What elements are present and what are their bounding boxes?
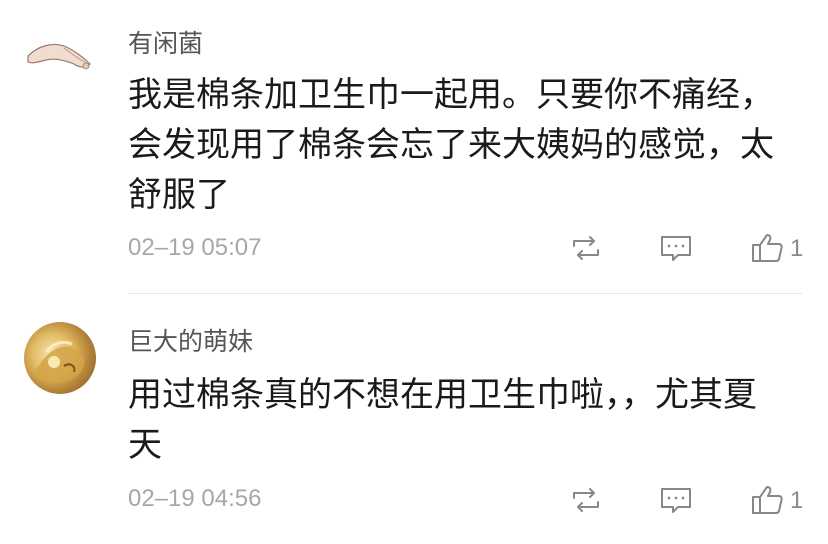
user-avatar[interactable]: [24, 24, 96, 96]
comment-text-line: 我是棉条加卫生巾一起用。只要你不痛经，: [128, 75, 774, 115]
like-button[interactable]: [750, 484, 786, 516]
like-button[interactable]: [750, 232, 786, 264]
comment-icon: [661, 236, 691, 261]
comment-text-line: 舒服了: [128, 175, 230, 215]
repost-button[interactable]: [568, 484, 604, 516]
comment-divider: [128, 293, 802, 294]
comment-button[interactable]: [658, 484, 694, 516]
repost-button[interactable]: [568, 232, 604, 264]
thumbs-up-icon: [752, 234, 783, 262]
comment-item: 巨大的萌妹 用过棉条真的不想在用卫生巾啦，，尤其夏 天 02–19 04:56: [0, 296, 828, 544]
like-count: 1: [790, 487, 804, 514]
thumbs-up-icon: [752, 486, 783, 514]
comment-username[interactable]: 巨大的萌妹: [128, 326, 253, 358]
user-avatar[interactable]: [24, 322, 96, 394]
hand-avatar-icon: [27, 43, 91, 70]
comment-text-line: 会发现用了棉条会忘了来大姨妈的感觉，太: [128, 125, 774, 165]
comment-button[interactable]: [658, 232, 694, 264]
comment-username[interactable]: 有闲菌: [128, 28, 203, 60]
repost-icon: [573, 236, 599, 260]
repost-icon: [573, 488, 599, 512]
comment-text: 我是棉条加卫生巾一起用。只要你不痛经， 会发现用了棉条会忘了来大姨妈的感觉，太 …: [128, 70, 808, 220]
comment-text-line: 天: [128, 425, 162, 465]
comment-text-line: 用过棉条真的不想在用卫生巾啦，，尤其夏: [128, 375, 757, 415]
comment-text: 用过棉条真的不想在用卫生巾啦，，尤其夏 天: [128, 370, 808, 470]
comment-icon: [661, 488, 691, 513]
comment-actions: 1: [0, 228, 828, 268]
comment-actions: 1: [0, 480, 828, 520]
like-count: 1: [790, 235, 804, 262]
golden-figure-avatar-icon: [34, 340, 85, 382]
comment-item: 有闲菌 我是棉条加卫生巾一起用。只要你不痛经， 会发现用了棉条会忘了来大姨妈的感…: [0, 0, 828, 294]
